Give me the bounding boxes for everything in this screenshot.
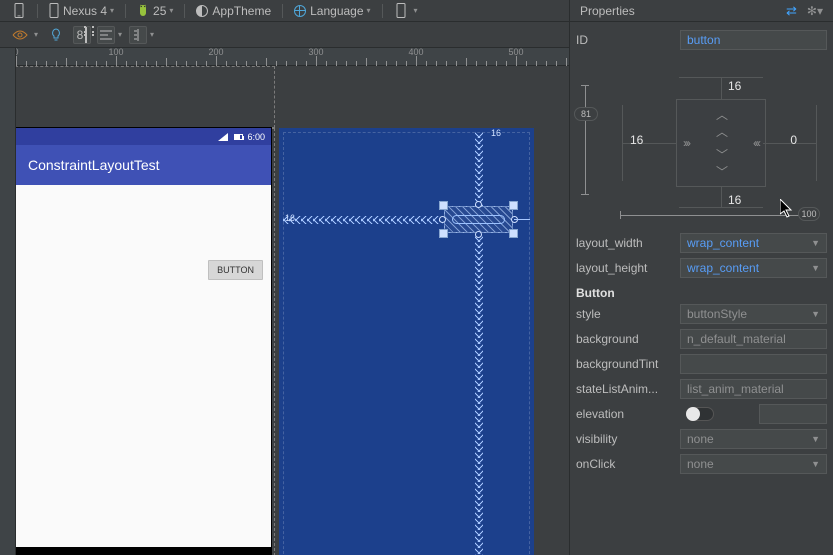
api-level: 25 — [153, 4, 166, 18]
backgroundtint-label: backgroundTint — [576, 357, 680, 371]
cm-top[interactable]: 16 — [728, 79, 741, 93]
statelistanimator-field[interactable]: list_anim_material — [680, 379, 827, 399]
language-picker[interactable]: Language▾ — [294, 4, 370, 18]
onclick-label: onClick — [576, 457, 680, 471]
style-field[interactable]: buttonStyle▼ — [680, 304, 827, 324]
resize-handle[interactable] — [440, 202, 447, 209]
constraint-box[interactable]: ︿︿ ﹀﹀ ››› ‹‹‹ — [676, 99, 766, 187]
properties-header: Properties ⇄ ✻▾ — [570, 0, 833, 22]
background-field[interactable]: n_default_material — [680, 329, 827, 349]
design-canvas[interactable]: 6:00 ConstraintLayoutTest BUTTON ◁ ◯ ▢ 1… — [16, 66, 569, 555]
eye-icon[interactable] — [11, 26, 29, 44]
bp-margin-left: 16 — [285, 213, 295, 223]
elevation-toggle[interactable] — [686, 407, 714, 421]
bp-margin-top: 16 — [491, 128, 501, 138]
constraint-right — [514, 219, 530, 220]
constraint-anchor[interactable] — [475, 201, 482, 208]
elevation-field[interactable] — [759, 404, 827, 424]
design-body[interactable]: BUTTON — [16, 185, 271, 547]
elevation-label: elevation — [576, 407, 680, 421]
constraint-top — [475, 132, 483, 206]
variant-icon[interactable] — [393, 3, 409, 19]
battery-icon — [234, 134, 243, 140]
layout-width-label: layout_width — [576, 236, 680, 250]
layout-height-field[interactable]: wrap_content▼ — [680, 258, 827, 278]
resize-handle[interactable] — [510, 230, 517, 237]
background-label: background — [576, 332, 680, 346]
globe-icon — [294, 5, 306, 17]
app-title: ConstraintLayoutTest — [28, 157, 160, 173]
id-label: ID — [576, 33, 680, 47]
theme-picker[interactable]: AppTheme — [196, 4, 271, 18]
visibility-label: visibility — [576, 432, 680, 446]
statelistanimator-label: stateListAnim... — [576, 382, 680, 396]
signal-icon — [218, 133, 228, 141]
resize-handle[interactable] — [440, 230, 447, 237]
clock: 6:00 — [247, 132, 265, 142]
vertical-bias-knob[interactable]: 81 — [574, 107, 598, 121]
theme-name: AppTheme — [212, 4, 271, 18]
ruler-vertical — [0, 48, 16, 555]
constraint-anchor[interactable] — [439, 216, 446, 223]
blueprint-button[interactable] — [444, 206, 513, 233]
onclick-field[interactable]: none▼ — [680, 454, 827, 474]
app-bar: ConstraintLayoutTest — [16, 145, 271, 185]
section-button: Button — [576, 286, 827, 300]
vertical-bias-slider[interactable]: 81 — [584, 85, 588, 195]
visibility-field[interactable]: none▼ — [680, 429, 827, 449]
horizontal-bias-slider[interactable]: 100 — [620, 210, 817, 222]
gear-icon[interactable]: ✻▾ — [807, 4, 823, 18]
resize-handle[interactable] — [510, 202, 517, 209]
swap-icon[interactable]: ⇄ — [786, 3, 797, 19]
api-picker[interactable]: 25▾ — [137, 4, 173, 18]
constraint-bottom — [475, 236, 483, 555]
default-margin[interactable]: 8 — [73, 26, 91, 44]
bulb-icon[interactable] — [47, 26, 65, 44]
layout-width-field[interactable]: wrap_content▼ — [680, 233, 827, 253]
nav-bar: ◁ ◯ ▢ — [16, 547, 271, 555]
guideline-icon[interactable] — [129, 26, 147, 44]
constraint-left — [283, 216, 443, 224]
design-view[interactable]: 6:00 ConstraintLayoutTest BUTTON ◁ ◯ ▢ — [16, 128, 271, 555]
horizontal-bias-knob[interactable]: 100 — [798, 207, 820, 221]
language-label: Language — [310, 4, 363, 18]
cm-bottom[interactable]: 16 — [728, 193, 741, 207]
align-icon[interactable] — [97, 26, 115, 44]
constraint-inspector[interactable]: 81 ︿︿ ﹀﹀ ››› ‹‹‹ 16 16 16 0 — [576, 55, 827, 227]
cm-right[interactable]: 0 — [790, 133, 797, 147]
blueprint-view[interactable]: 16 16 16 — [279, 128, 534, 555]
button-widget[interactable]: BUTTON — [208, 260, 263, 280]
device-picker[interactable]: Nexus 4▾ — [49, 3, 114, 18]
backgroundtint-field[interactable] — [680, 354, 827, 374]
phone-icon[interactable] — [11, 3, 27, 19]
properties-panel: Properties ⇄ ✻▾ ID button 81 ︿︿ ﹀﹀ ››› ‹… — [569, 0, 833, 555]
constraint-anchor[interactable] — [475, 231, 482, 238]
properties-title: Properties — [580, 4, 635, 18]
style-label: style — [576, 307, 680, 321]
cm-left[interactable]: 16 — [630, 133, 643, 147]
id-field[interactable]: button — [680, 30, 827, 50]
device-name: Nexus 4 — [63, 4, 107, 18]
status-bar: 6:00 — [16, 128, 271, 145]
layout-height-label: layout_height — [576, 261, 680, 275]
contrast-icon — [196, 5, 208, 17]
ruler-horizontal: 0100200300400500 — [0, 48, 569, 66]
